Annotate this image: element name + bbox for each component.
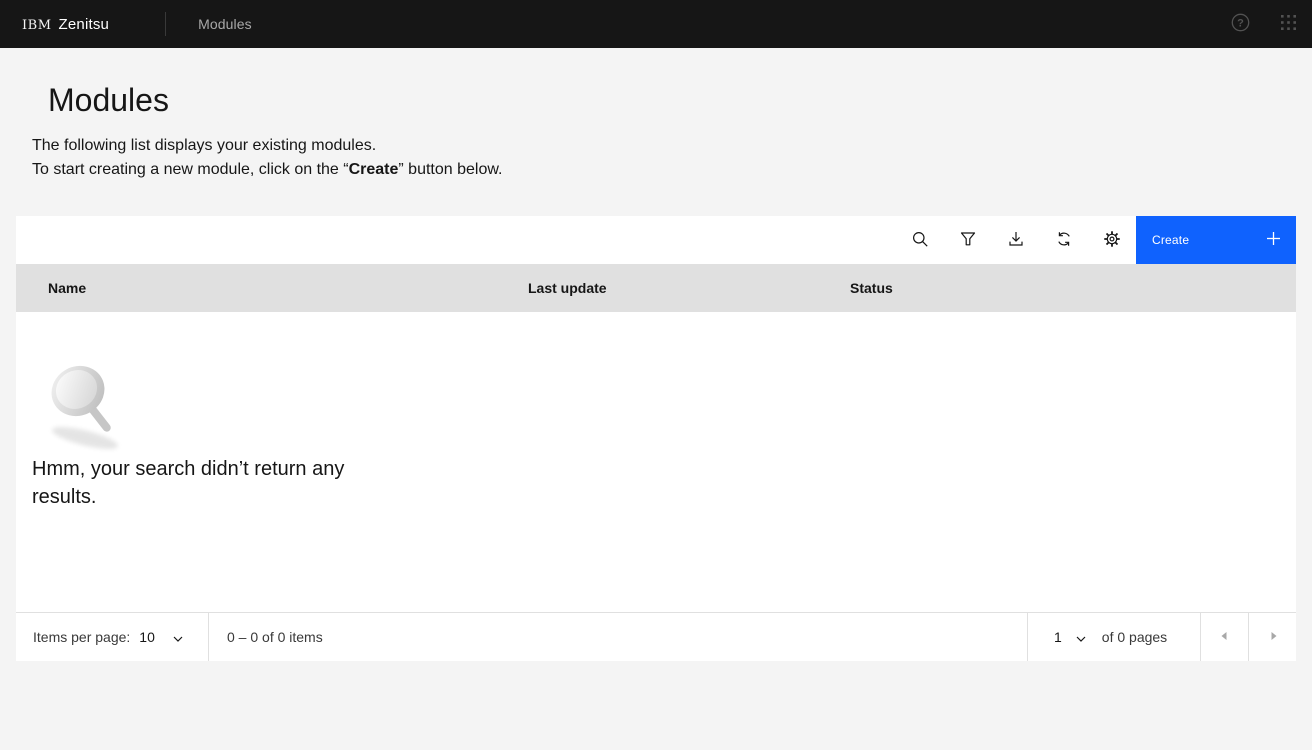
- help-icon: ?: [1231, 13, 1250, 35]
- page-number-select[interactable]: 1: [1054, 629, 1086, 645]
- breadcrumb[interactable]: Modules: [198, 16, 252, 32]
- create-button-label: Create: [1152, 233, 1189, 247]
- settings-gear-icon: [1104, 231, 1120, 250]
- chevron-down-icon: [173, 629, 183, 645]
- items-per-page-label: Items per page:: [33, 629, 130, 645]
- description-create-word: Create: [349, 161, 399, 178]
- description-line2-prefix: To start creating a new module, click on…: [32, 161, 349, 178]
- download-button[interactable]: [992, 216, 1040, 264]
- item-range-value: 0 – 0 of 0 items: [227, 629, 323, 645]
- page-title: Modules: [48, 82, 1312, 118]
- refresh-icon: [1056, 231, 1072, 250]
- page-number-section: 1 of 0 pages: [1027, 613, 1200, 661]
- app-switcher-button[interactable]: [1264, 0, 1312, 48]
- brand-logo[interactable]: IBM Zenitsu: [0, 16, 109, 33]
- magnifier-illustration-icon: [45, 362, 135, 459]
- settings-button[interactable]: [1088, 216, 1136, 264]
- item-range-text: 0 – 0 of 0 items: [208, 613, 1027, 661]
- caret-left-icon: [1217, 628, 1233, 647]
- filter-icon: [960, 231, 976, 250]
- filter-button[interactable]: [944, 216, 992, 264]
- items-per-page-section: Items per page: 10: [16, 613, 208, 661]
- table-body: Hmm, your search didn’t return any resul…: [16, 312, 1296, 612]
- page-description: The following list displays your existin…: [32, 134, 1312, 182]
- page-size-select[interactable]: 10: [139, 629, 183, 645]
- help-button[interactable]: ?: [1216, 0, 1264, 48]
- chevron-down-icon: [1076, 629, 1086, 645]
- create-button[interactable]: Create: [1136, 216, 1296, 264]
- page-size-value: 10: [139, 629, 155, 645]
- next-page-button[interactable]: [1248, 613, 1296, 661]
- table-toolbar: Create: [16, 216, 1296, 264]
- caret-right-icon: [1265, 628, 1281, 647]
- pagination-bar: Items per page: 10 0 – 0 of 0 items 1 of…: [16, 612, 1296, 661]
- brand-prefix: IBM: [22, 18, 52, 33]
- total-pages-text: of 0 pages: [1102, 629, 1167, 645]
- current-page-value: 1: [1054, 629, 1062, 645]
- empty-state-message: Hmm, your search didn’t return any resul…: [32, 455, 377, 511]
- download-icon: [1008, 231, 1024, 250]
- previous-page-button[interactable]: [1200, 613, 1248, 661]
- svg-text:?: ?: [1237, 17, 1244, 29]
- app-switcher-icon: [1281, 15, 1296, 33]
- app-header: IBM Zenitsu Modules ?: [0, 0, 1312, 48]
- search-icon: [912, 231, 928, 250]
- table-header-row: Name Last update Status: [16, 264, 1296, 312]
- header-divider: [165, 12, 166, 36]
- column-header-status[interactable]: Status: [834, 280, 1296, 296]
- search-button[interactable]: [896, 216, 944, 264]
- column-header-name[interactable]: Name: [16, 280, 512, 296]
- brand-name: Zenitsu: [59, 16, 110, 33]
- plus-icon: [1266, 231, 1281, 249]
- column-header-last-update[interactable]: Last update: [512, 280, 834, 296]
- refresh-button[interactable]: [1040, 216, 1088, 264]
- modules-table-card: Create Name Last update Status: [16, 216, 1296, 661]
- description-line2-suffix: ” button below.: [398, 161, 502, 178]
- description-line1: The following list displays your existin…: [32, 137, 376, 154]
